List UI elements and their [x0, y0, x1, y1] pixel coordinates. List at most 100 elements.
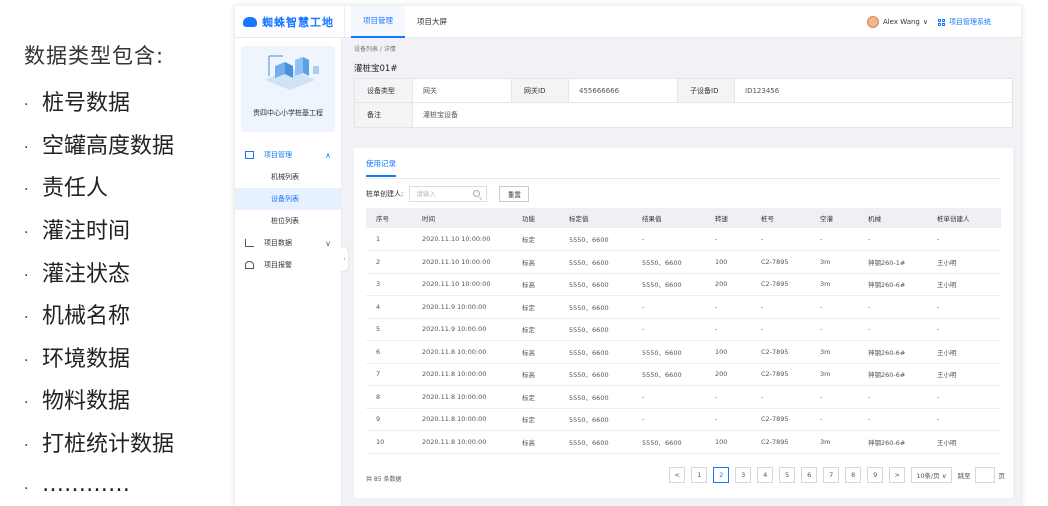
table-cell: 标高 [522, 258, 535, 267]
tab-divider [366, 178, 1001, 179]
page-button[interactable]: 6 [801, 467, 818, 483]
col-header[interactable]: 功能 [512, 208, 559, 228]
table-cell: - [868, 392, 871, 401]
next-page-button[interactable]: > [889, 467, 906, 483]
search-icon[interactable] [473, 190, 481, 197]
table-cell: 标高 [522, 371, 535, 380]
table-cell: 3m [820, 257, 831, 266]
col-header[interactable]: 序号 [366, 208, 412, 228]
col-header[interactable]: 转速 [705, 208, 751, 228]
construction-illustration-icon [265, 55, 319, 90]
slide-title: 数据类型包含: [24, 44, 165, 68]
table-row[interactable]: 7 2020.11.8 10:00:00 标高 5550、6600 5550、6600 2… [366, 363, 1001, 386]
table-cell: - [820, 392, 823, 401]
table-row[interactable]: 8 2020.11.8 10:00:00 标定 5550、6600 - - - - - - [366, 386, 1001, 408]
table-row[interactable]: 2 2020.11.10 10:00:00 标高 5550、6600 5550、6600… [366, 251, 1001, 273]
col-header[interactable]: 标定值 [559, 208, 632, 228]
table-cell: - [820, 302, 823, 311]
page-button[interactable]: 1 [691, 467, 708, 483]
device-type-label: 设备类型 [355, 79, 413, 102]
page-button[interactable]: 7 [823, 467, 840, 483]
table-row[interactable]: 4 2020.11.9 10:00:00 标定 5550、6600 - - - - - - [366, 296, 1001, 318]
col-header[interactable]: 桩单创建人 [927, 208, 1001, 228]
table-cell: 2020.11.10 10:00:00 [422, 257, 491, 266]
brand-name: 蜘蛛智慧工地 [262, 15, 334, 29]
table-cell: - [868, 325, 871, 334]
table-cell: 标定 [522, 236, 535, 244]
table-row[interactable]: 6 2020.11.8 10:00:00 标高 5550、6600 5550、6600 1… [366, 341, 1001, 363]
breadcrumb[interactable]: 设备列表 / 详情 [354, 44, 396, 53]
page-suffix: 页 [998, 472, 1006, 480]
table-cell: 5550、6600 [569, 326, 609, 335]
page-button[interactable]: 9 [867, 467, 884, 483]
table-row[interactable]: 5 2020.11.9 10:00:00 标定 5550、6600 - - - - - - [366, 318, 1001, 341]
table-cell: 5 [376, 325, 381, 334]
system-link-label: 项目管理系统 [949, 18, 991, 26]
avatar[interactable] [866, 16, 879, 28]
table-row[interactable]: 1 2020.11.10 10:00:00 标定 5550、6600 - - - - - - [366, 228, 1001, 251]
table-cell: - [715, 325, 718, 334]
slide-list: . 桩号数据 . 空罐高度数据 . 责任人 . 灌注时间 . 灌注状态 . 机械名称 . 环境… [24, 80, 174, 506]
chart-icon [245, 239, 254, 247]
col-header[interactable]: 时间 [412, 208, 512, 228]
table-cell: 5550、6600 [569, 281, 609, 290]
table-cell: 2020.11.10 10:00:00 [422, 235, 491, 243]
info-row: 设备类型 网关 网关ID 455666666 子设备ID ID123456 [355, 79, 1012, 103]
table-cell: 2020.11.9 10:00:00 [422, 302, 487, 311]
table-row[interactable]: 3 2020.11.10 10:00:00 标高 5550、6600 5550、6600… [366, 273, 1001, 296]
sidebar-item-machine-list[interactable]: 机械列表 [235, 166, 341, 188]
user-name[interactable]: Alex Wang [883, 18, 920, 26]
chevron-down-icon[interactable]: ∨ [923, 18, 928, 26]
table-cell: - [642, 392, 645, 401]
tab-usage-record[interactable]: 使用记录 [366, 158, 396, 177]
table-cell: 王小明 [937, 281, 957, 290]
sidebar-item-pile-list[interactable]: 桩位列表 [235, 210, 341, 232]
col-header[interactable]: 机械 [858, 208, 927, 228]
app-window: 蜘蛛智慧工地 项目管理 项目大屏 Alex Wang ∨ 项目管理系统 贵四中心… [235, 6, 1021, 506]
prev-page-button[interactable]: < [669, 467, 686, 483]
chevron-up-icon: ∧ [325, 150, 331, 160]
table-row[interactable]: 10 2020.11.8 10:00:00 标高 5550、6600 5550、6600… [366, 431, 1001, 453]
page-button[interactable]: 8 [845, 467, 862, 483]
table-cell: 100 [715, 437, 728, 446]
table-cell: 5550、6600 [569, 416, 609, 425]
jump-page-input[interactable] [974, 467, 995, 483]
creator-search-input[interactable] [416, 190, 472, 198]
sidebar-item-project-alarm[interactable]: 项目报警 [235, 254, 341, 276]
list-item: . 机械名称 [24, 304, 131, 330]
total-count: 共 85 条数据 [366, 476, 402, 483]
page-button-current[interactable]: 2 [713, 467, 730, 483]
col-header[interactable]: 空灌 [810, 208, 858, 228]
page-button[interactable]: 5 [779, 467, 796, 483]
page-size-select[interactable]: 10条/页 ∨ [911, 467, 952, 483]
table-cell: 3m [820, 437, 831, 446]
table-cell: - [937, 325, 940, 334]
page-button[interactable]: 3 [735, 467, 752, 483]
table-cell: 王小明 [937, 438, 957, 447]
col-header[interactable]: 结果值 [632, 208, 705, 228]
table-cell: 5550、6600 [642, 371, 682, 380]
project-name: 贵四中心小学桩基工程 [253, 109, 323, 117]
table-cell: C2-7895 [761, 415, 789, 424]
table-cell: 标高 [522, 281, 535, 290]
jump-label: 跳至 [957, 472, 971, 480]
table-cell: 神钢260-6# [868, 371, 906, 380]
sidebar-item-label: 项目管理 [264, 151, 292, 159]
table-cell: 4 [376, 302, 381, 311]
tab-project-screen[interactable]: 项目大屏 [405, 6, 459, 38]
sidebar-item-project-data[interactable]: 项目数据 ∨ [235, 232, 341, 254]
table-row[interactable]: 9 2020.11.8 10:00:00 标定 5550、6600 - - C2-7895 -… [366, 408, 1001, 431]
reset-button[interactable]: 重置 [499, 186, 530, 202]
page-button[interactable]: 4 [757, 467, 774, 483]
sidebar-item-device-list[interactable]: 设备列表 [235, 188, 341, 210]
table-cell: - [868, 415, 871, 424]
creator-search-field[interactable] [409, 186, 488, 202]
table-cell: 神钢260-1# [868, 258, 906, 267]
system-link[interactable]: 项目管理系统 [938, 17, 991, 27]
sidebar-item-project-management[interactable]: 项目管理 ∧ [235, 144, 341, 166]
tab-project-management[interactable]: 项目管理 [351, 6, 405, 38]
brand-logo[interactable]: 蜘蛛智慧工地 [235, 6, 345, 38]
gateway-id-value: 455666666 [579, 86, 620, 95]
project-card[interactable]: 贵四中心小学桩基工程 [241, 46, 335, 132]
col-header[interactable]: 桩号 [751, 208, 810, 228]
